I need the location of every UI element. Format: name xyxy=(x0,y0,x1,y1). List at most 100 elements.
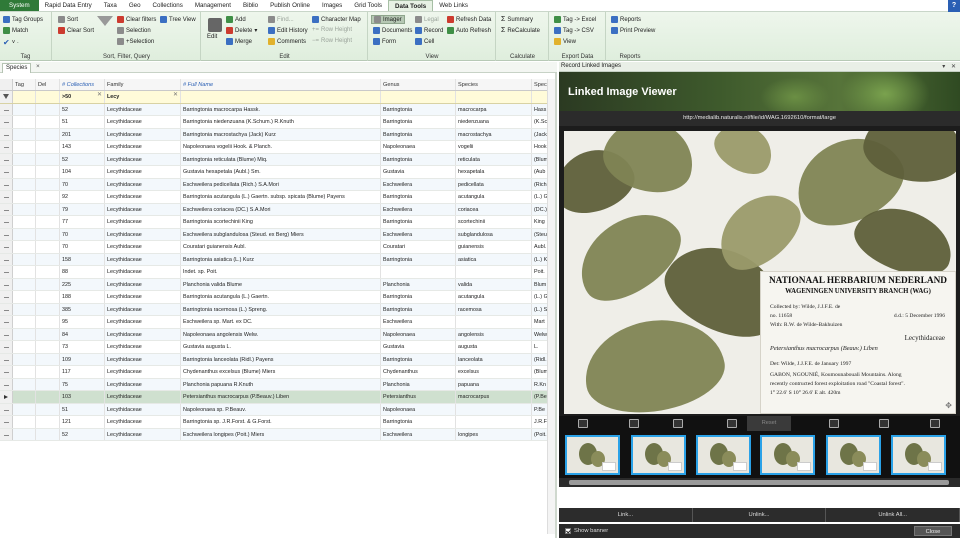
show-banner-checkbox[interactable] xyxy=(565,528,571,534)
cell-spec-author[interactable]: (K.Sc xyxy=(532,116,548,128)
cell-full-name[interactable]: Eschweilera subglandulosa (Steud. ex Ber… xyxy=(181,228,381,240)
cell-genus[interactable]: Planchonia xyxy=(381,278,456,290)
image-url[interactable]: http://medialib.naturalis.nl/file/id/WAG… xyxy=(559,115,960,121)
row-selector[interactable] xyxy=(0,316,13,328)
tag-groups-button[interactable]: Tag Groups xyxy=(3,16,43,23)
cell-spec-author[interactable]: (Steu xyxy=(532,228,548,240)
table-row[interactable]: 77 Lecythidaceae Barringtonia scortechinii… xyxy=(0,216,548,229)
cell-full-name[interactable]: Barringtonia reticulata (Blume) Miq. xyxy=(181,153,381,165)
cell-spec-author[interactable]: (Blum xyxy=(532,366,548,378)
cell-tag[interactable] xyxy=(13,278,36,290)
delete-button[interactable]: Delete ▾ xyxy=(226,27,257,34)
cell-spec-author[interactable]: Mart xyxy=(532,316,548,328)
cell-del[interactable] xyxy=(36,241,60,253)
cell-del[interactable] xyxy=(36,341,60,353)
cell-genus[interactable]: Chydenanthus xyxy=(381,366,456,378)
cell-del[interactable] xyxy=(36,303,60,315)
cell-species[interactable]: pedicellata xyxy=(456,178,532,190)
funnel-icon[interactable] xyxy=(97,16,113,26)
row-selector[interactable] xyxy=(0,128,13,140)
cell-del[interactable] xyxy=(36,391,60,403)
cell-genus[interactable]: Barringtonia xyxy=(381,128,456,140)
cell-tag[interactable] xyxy=(13,378,36,390)
cell-spec-author[interactable]: (L.) S xyxy=(532,303,548,315)
cell-collections[interactable]: 143 xyxy=(60,141,105,153)
tab-system[interactable]: System xyxy=(0,0,39,11)
cell-spec-author[interactable]: Aubl. xyxy=(532,241,548,253)
cell-tag[interactable] xyxy=(13,416,36,428)
cell-family[interactable]: Lecythidaceae xyxy=(105,428,181,440)
cell-del[interactable] xyxy=(36,328,60,340)
row-selector[interactable] xyxy=(0,153,13,165)
cell-full-name[interactable]: Barringtonia sp. J.R.Forst. & G.Forst. xyxy=(181,416,381,428)
tag-excel-button[interactable]: Tag -> Excel xyxy=(554,16,596,23)
cell-collections[interactable]: 158 xyxy=(60,253,105,265)
cell-full-name[interactable]: Barringtonia macrocarpa Hassk. xyxy=(181,103,381,115)
row-height-plus-button[interactable]: += Row Height xyxy=(312,27,352,33)
clear-filter-family-icon[interactable]: ✕ xyxy=(173,91,178,98)
cell-del[interactable] xyxy=(36,378,60,390)
refresh-data-button[interactable]: Refresh Data xyxy=(447,16,491,23)
cell-full-name[interactable]: Barringtonia acutangula (L.) Gaertn. sub… xyxy=(181,191,381,203)
cell-family[interactable]: Lecythidaceae xyxy=(105,328,181,340)
cell-genus[interactable]: Barringtonia xyxy=(381,291,456,303)
cell-family[interactable]: Lecythidaceae xyxy=(105,303,181,315)
cell-collections[interactable]: 104 xyxy=(60,166,105,178)
image-thumbnail[interactable] xyxy=(631,435,686,475)
record-button[interactable]: Record xyxy=(415,27,443,34)
clear-sort-button[interactable]: Clear Sort xyxy=(58,27,94,34)
cell-del[interactable] xyxy=(36,116,60,128)
row-selector[interactable] xyxy=(0,141,13,153)
row-selector[interactable] xyxy=(0,103,13,115)
cell-full-name[interactable]: Barringtonia macrostachya (Jack) Kurz xyxy=(181,128,381,140)
column-header-del[interactable]: Del xyxy=(36,79,60,90)
cell-tag[interactable] xyxy=(13,116,36,128)
cell-genus[interactable]: Napoleonaea xyxy=(381,328,456,340)
tab-species[interactable]: Species xyxy=(2,63,32,73)
cell-del[interactable] xyxy=(36,203,60,215)
table-row[interactable]: 52 Lecythidaceae Barringtonia reticulata (… xyxy=(0,153,548,166)
table-row[interactable]: 70 Lecythidaceae Eschweilera subglandulosa… xyxy=(0,228,548,241)
cell-species[interactable]: guianensis xyxy=(456,241,532,253)
cell-species[interactable]: asiatica xyxy=(456,253,532,265)
cell-spec-author[interactable]: R.Kn xyxy=(532,378,548,390)
row-selector[interactable] xyxy=(0,378,13,390)
table-row[interactable]: 70 Lecythidaceae Couratari guianensis Aubl… xyxy=(0,241,548,254)
cell-family[interactable]: Lecythidaceae xyxy=(105,416,181,428)
row-selector[interactable] xyxy=(0,253,13,265)
cell-species[interactable]: reticulata xyxy=(456,153,532,165)
cell-genus[interactable]: Barringtonia xyxy=(381,191,456,203)
cell-species[interactable]: subglandulosa xyxy=(456,228,532,240)
selection-button[interactable]: Selection xyxy=(117,27,151,34)
table-row[interactable]: 109 Lecythidaceae Barringtonia lanceolata … xyxy=(0,353,548,366)
table-row[interactable]: 88 Lecythidaceae Indet. sp. Poit. Poit. xyxy=(0,266,548,279)
cell-tag[interactable] xyxy=(13,166,36,178)
find-button[interactable]: Find... xyxy=(268,16,294,23)
cell-full-name[interactable]: Petersianthus macrocarpus (P.Beauv.) Lib… xyxy=(181,391,381,403)
row-selector[interactable] xyxy=(0,178,13,190)
row-selector[interactable] xyxy=(0,203,13,215)
match-button[interactable]: Match xyxy=(3,27,28,34)
thumbnail-scrollbar[interactable] xyxy=(559,478,960,487)
cell-species[interactable] xyxy=(456,266,532,278)
cell-genus[interactable]: Barringtonia xyxy=(381,253,456,265)
table-row[interactable]: 84 Lecythidaceae Napoleonaea angolensis We… xyxy=(0,328,548,341)
merge-button[interactable]: Merge xyxy=(226,38,252,45)
cell-full-name[interactable]: Napoleonaea sp. P.Beauv. xyxy=(181,403,381,415)
cell-species[interactable] xyxy=(456,416,532,428)
cell-family[interactable]: Lecythidaceae xyxy=(105,166,181,178)
cell-spec-author[interactable]: (DC.) xyxy=(532,203,548,215)
cell-collections[interactable]: 84 xyxy=(60,328,105,340)
add-button[interactable]: Add xyxy=(226,16,246,23)
cell-collections[interactable]: 52 xyxy=(60,428,105,440)
table-row[interactable]: 158 Lecythidaceae Barringtonia asiatica (L… xyxy=(0,253,548,266)
table-row[interactable]: 225 Lecythidaceae Planchonia valida Blume P… xyxy=(0,278,548,291)
row-selector[interactable] xyxy=(0,428,13,440)
cell-genus[interactable]: Couratari xyxy=(381,241,456,253)
cell-del[interactable] xyxy=(36,166,60,178)
cell-spec-author[interactable]: (Aub xyxy=(532,166,548,178)
cell-spec-author[interactable]: (L.) K xyxy=(532,253,548,265)
auto-refresh-button[interactable]: Auto Refresh xyxy=(447,27,491,34)
cell-collections[interactable]: 51 xyxy=(60,116,105,128)
cell-collections[interactable]: 103 xyxy=(60,391,105,403)
